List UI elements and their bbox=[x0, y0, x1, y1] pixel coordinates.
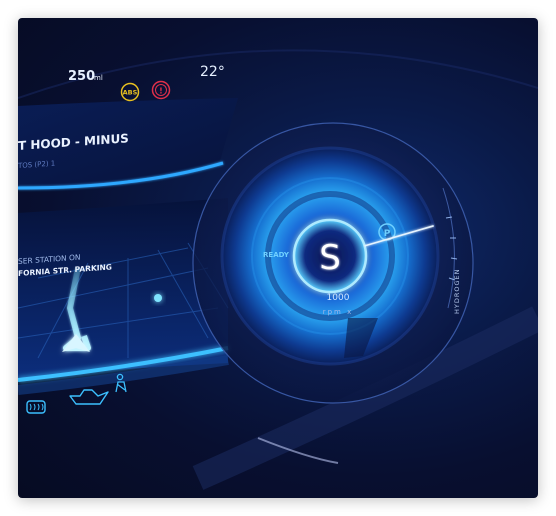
rpm-unit: rpm x bbox=[323, 308, 354, 316]
park-label: P bbox=[384, 229, 391, 239]
warning-label: ! bbox=[159, 87, 163, 96]
dashboard-canvas: 250 ml ABS ! 22° T HOOD - MINUS TOS (P2)… bbox=[18, 49, 538, 490]
defrost-icon[interactable] bbox=[26, 400, 46, 414]
status-bar: 250 ml ABS ! 22° bbox=[68, 64, 225, 102]
gear-indicator: S bbox=[319, 238, 341, 278]
temperature-value: 22° bbox=[200, 64, 225, 80]
destination-marker bbox=[154, 294, 162, 302]
gauge: S READY P 1000 rpm x bbox=[192, 122, 474, 404]
warning-icon: ! bbox=[151, 80, 171, 100]
rpm-value: 1000 bbox=[327, 293, 350, 303]
volume-value: 250 bbox=[68, 69, 95, 84]
side-label: HYDROGEN bbox=[453, 268, 461, 314]
oil-can-icon[interactable] bbox=[69, 389, 109, 405]
abs-icon: ABS bbox=[120, 82, 140, 102]
abs-label: ABS bbox=[123, 89, 138, 97]
volume-unit: ml bbox=[94, 74, 103, 82]
dashboard-screen: 250 ml ABS ! 22° T HOOD - MINUS TOS (P2)… bbox=[18, 18, 538, 498]
ready-label: READY bbox=[263, 251, 290, 259]
